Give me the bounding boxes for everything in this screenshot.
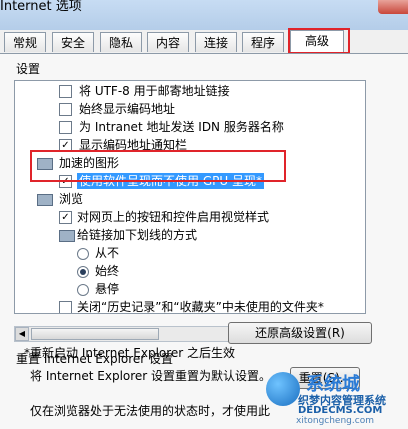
- restore-advanced-button[interactable]: 还原高级设置(R): [228, 322, 372, 344]
- watermark-line3: xitongcheng.com: [296, 416, 374, 426]
- tab-general[interactable]: 常规: [4, 32, 46, 52]
- tab-security[interactable]: 安全: [52, 32, 94, 52]
- reset-footer-text: 仅在浏览器处于无法使用的状态时，才使用此: [30, 404, 271, 418]
- watermark-line2: DEDECMS.COM: [298, 405, 383, 416]
- reset-description: 将 Internet Explorer 设置重置为默认设置。: [30, 369, 272, 383]
- checkbox[interactable]: [59, 301, 72, 313]
- tab-advanced[interactable]: 高级: [290, 30, 344, 54]
- tab-connections[interactable]: 连接: [195, 32, 237, 52]
- settings-group-label: 设置: [16, 62, 41, 76]
- checkbox[interactable]: [59, 103, 72, 116]
- checkbox[interactable]: ✓: [59, 211, 72, 224]
- checkbox[interactable]: ✓: [59, 175, 72, 188]
- radio-button[interactable]: [77, 248, 89, 260]
- tab-programs[interactable]: 程序: [242, 32, 284, 52]
- checkbox[interactable]: [59, 121, 72, 134]
- tab-content[interactable]: 内容: [147, 32, 189, 52]
- scroll-thumb[interactable]: [31, 328, 159, 340]
- folder-icon: [37, 194, 53, 206]
- checkbox[interactable]: [59, 85, 72, 98]
- checkbox[interactable]: ✓: [59, 139, 72, 152]
- scroll-left-button[interactable]: ◀: [15, 327, 29, 341]
- close-window-button[interactable]: [378, 0, 408, 14]
- watermark-logo-icon: [266, 372, 300, 406]
- window-title: Internet 选项: [0, 0, 82, 14]
- radio-button[interactable]: [77, 284, 89, 296]
- title-bar: Internet 选项: [0, 0, 408, 30]
- reset-section-title: 重置 Internet Explorer 设置: [16, 352, 174, 366]
- radio-button[interactable]: [77, 266, 89, 278]
- settings-list[interactable]: 将 UTF-8 用于邮寄地址链接 始终显示编码地址 为 Intranet 地址发…: [14, 80, 366, 314]
- folder-icon: [59, 230, 75, 242]
- folder-icon: [37, 158, 53, 170]
- tab-strip: 常规 安全 隐私 内容 连接 程序 高级: [0, 30, 408, 54]
- tab-privacy[interactable]: 隐私: [100, 32, 142, 52]
